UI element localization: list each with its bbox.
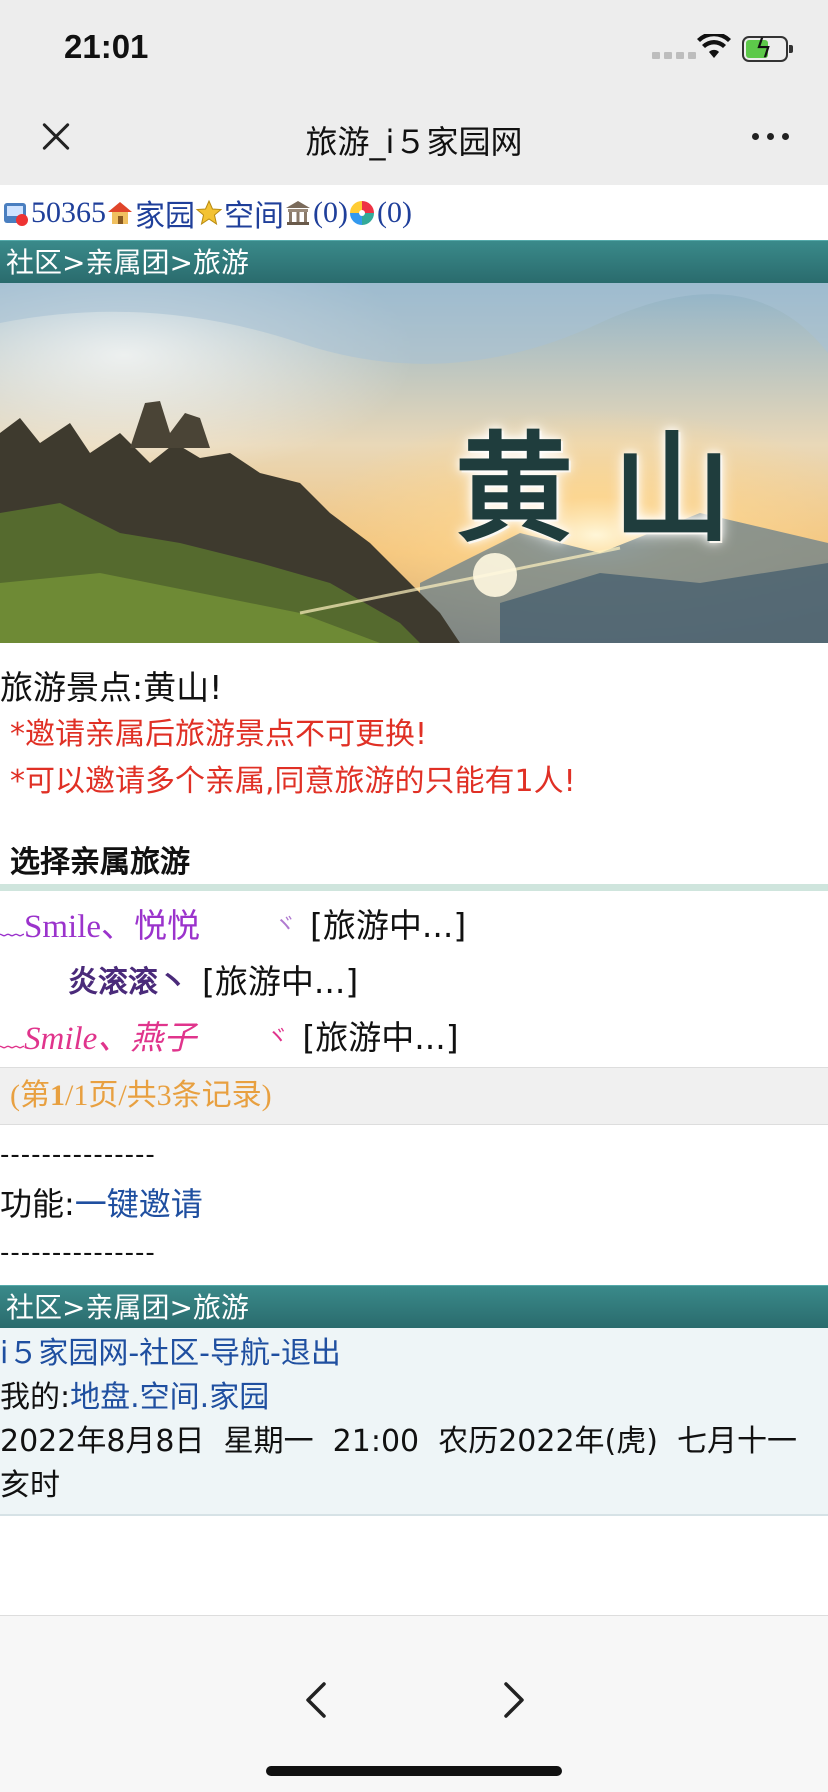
relative-status: [旅游中...]	[302, 1018, 459, 1057]
home-link-footer[interactable]: 家园	[209, 1380, 269, 1415]
relative-status: [旅游中...]	[310, 906, 467, 945]
banner-image: 黄山	[0, 283, 828, 643]
star-icon	[195, 199, 223, 225]
page-title: 旅游_i５家园网	[305, 123, 523, 161]
site-link[interactable]: i５家园网	[0, 1336, 128, 1371]
space-link-footer[interactable]: 空间	[140, 1380, 200, 1415]
function-label: 功能:	[0, 1185, 75, 1223]
footer-dot: .	[199, 1380, 210, 1415]
more-icon[interactable]	[752, 133, 789, 140]
footer-separator: -	[128, 1336, 140, 1371]
home-link[interactable]: 家园	[135, 191, 195, 235]
footer: i５家园网-社区-导航-退出 我的:地盘.空间.家园 2022年8月8日 星期一…	[0, 1328, 828, 1516]
warning-note-2: *可以邀请多个亲属,同意旅游的只能有1人!	[10, 764, 576, 799]
user-icon	[4, 202, 28, 226]
wifi-icon	[697, 34, 731, 58]
points-link[interactable]: 50365	[31, 196, 106, 230]
warning-note-1: *邀请亲属后旅游景点不可更换!	[10, 717, 428, 752]
status-bar: 21:01 ϟ	[0, 0, 828, 95]
relative-name[interactable]: Smile、燕子	[24, 1011, 196, 1059]
invite-all-link[interactable]: 一键邀请	[75, 1185, 203, 1223]
banner-title: 黄山	[455, 419, 772, 558]
relative-list: ﹏ Smile、悦悦 ヾ [旅游中...] 炎滚滚丶 [旅游中...] ﹏ Sm…	[0, 891, 828, 1063]
breadcrumb: 社区>亲属团>旅游	[0, 240, 828, 283]
relative-name[interactable]: 炎滚滚丶	[68, 957, 188, 1001]
footer-separator: -	[199, 1336, 210, 1371]
pager-rest: /1页/共3条记录)	[65, 1079, 272, 1112]
relative-item[interactable]: ﹏ Smile、燕子 ヾ [旅游中...]	[0, 1007, 828, 1063]
cellular-signal-icon	[652, 52, 696, 59]
footer-mine: 我的:地盘.空间.家园	[0, 1376, 828, 1420]
logout-link[interactable]: 退出	[281, 1336, 341, 1371]
relative-name[interactable]: Smile、悦悦	[24, 899, 200, 947]
relative-prefix: ﹏	[0, 1025, 24, 1052]
travel-info: 旅游景点:黄山! *邀请亲属后旅游景点不可更换! *可以邀请多个亲属,同意旅游的…	[0, 643, 828, 805]
top-links: 50365 家园 空间 (0) (0)	[0, 185, 828, 240]
travel-spot: 旅游景点:黄山!	[0, 668, 223, 707]
page-content: 50365 家园 空间 (0) (0) 社区>亲属团>旅游 黄山 旅游景点:黄山…	[0, 185, 828, 1615]
relative-item[interactable]: ﹏ Smile、悦悦 ヾ [旅游中...]	[0, 895, 828, 951]
bottom-toolbar	[0, 1615, 828, 1792]
nav-bar: 旅游_i５家园网	[0, 95, 828, 185]
other-count-link[interactable]: (0)	[377, 196, 412, 230]
guide-link[interactable]: 导航	[210, 1336, 270, 1371]
footer-nav: i５家园网-社区-导航-退出	[0, 1332, 828, 1376]
footer-separator: -	[270, 1336, 281, 1371]
relative-item[interactable]: 炎滚滚丶 [旅游中...]	[0, 951, 828, 1007]
battery-icon: ϟ	[742, 35, 793, 63]
land-link[interactable]: 地盘	[70, 1380, 130, 1415]
house-icon	[108, 201, 132, 224]
forward-chevron-icon[interactable]	[494, 1678, 534, 1722]
function-row: 功能:一键邀请	[0, 1179, 828, 1229]
divider: ---------------	[0, 1140, 156, 1170]
pagination: (第1/1页/共3条记录)	[0, 1067, 828, 1125]
footer-dot: .	[130, 1380, 140, 1415]
divider: ---------------	[0, 1238, 156, 1268]
community-link[interactable]: 社区	[139, 1336, 199, 1371]
footer-datetime: 2022年8月8日 星期一 21:00 农历2022年(虎) 七月十一 亥时	[0, 1424, 817, 1503]
pager-open: (第	[10, 1079, 50, 1112]
pager-current-page: 1	[50, 1079, 65, 1112]
relative-suffix: ヾ	[274, 912, 297, 937]
section-title: 选择亲属旅游	[0, 841, 828, 891]
relative-prefix: ﹏	[0, 913, 24, 940]
bank-count-link[interactable]: (0)	[313, 196, 348, 230]
pinwheel-icon	[349, 200, 374, 225]
back-chevron-icon[interactable]	[296, 1678, 336, 1722]
home-indicator	[266, 1766, 562, 1776]
relative-suffix: ヾ	[266, 1024, 289, 1049]
space-link[interactable]: 空间	[224, 191, 284, 235]
status-time: 21:01	[64, 28, 149, 65]
bank-icon	[286, 200, 310, 225]
breadcrumb-bottom: 社区>亲属团>旅游	[0, 1285, 828, 1328]
mine-label: 我的:	[0, 1380, 71, 1415]
relative-status: [旅游中...]	[202, 962, 359, 1001]
